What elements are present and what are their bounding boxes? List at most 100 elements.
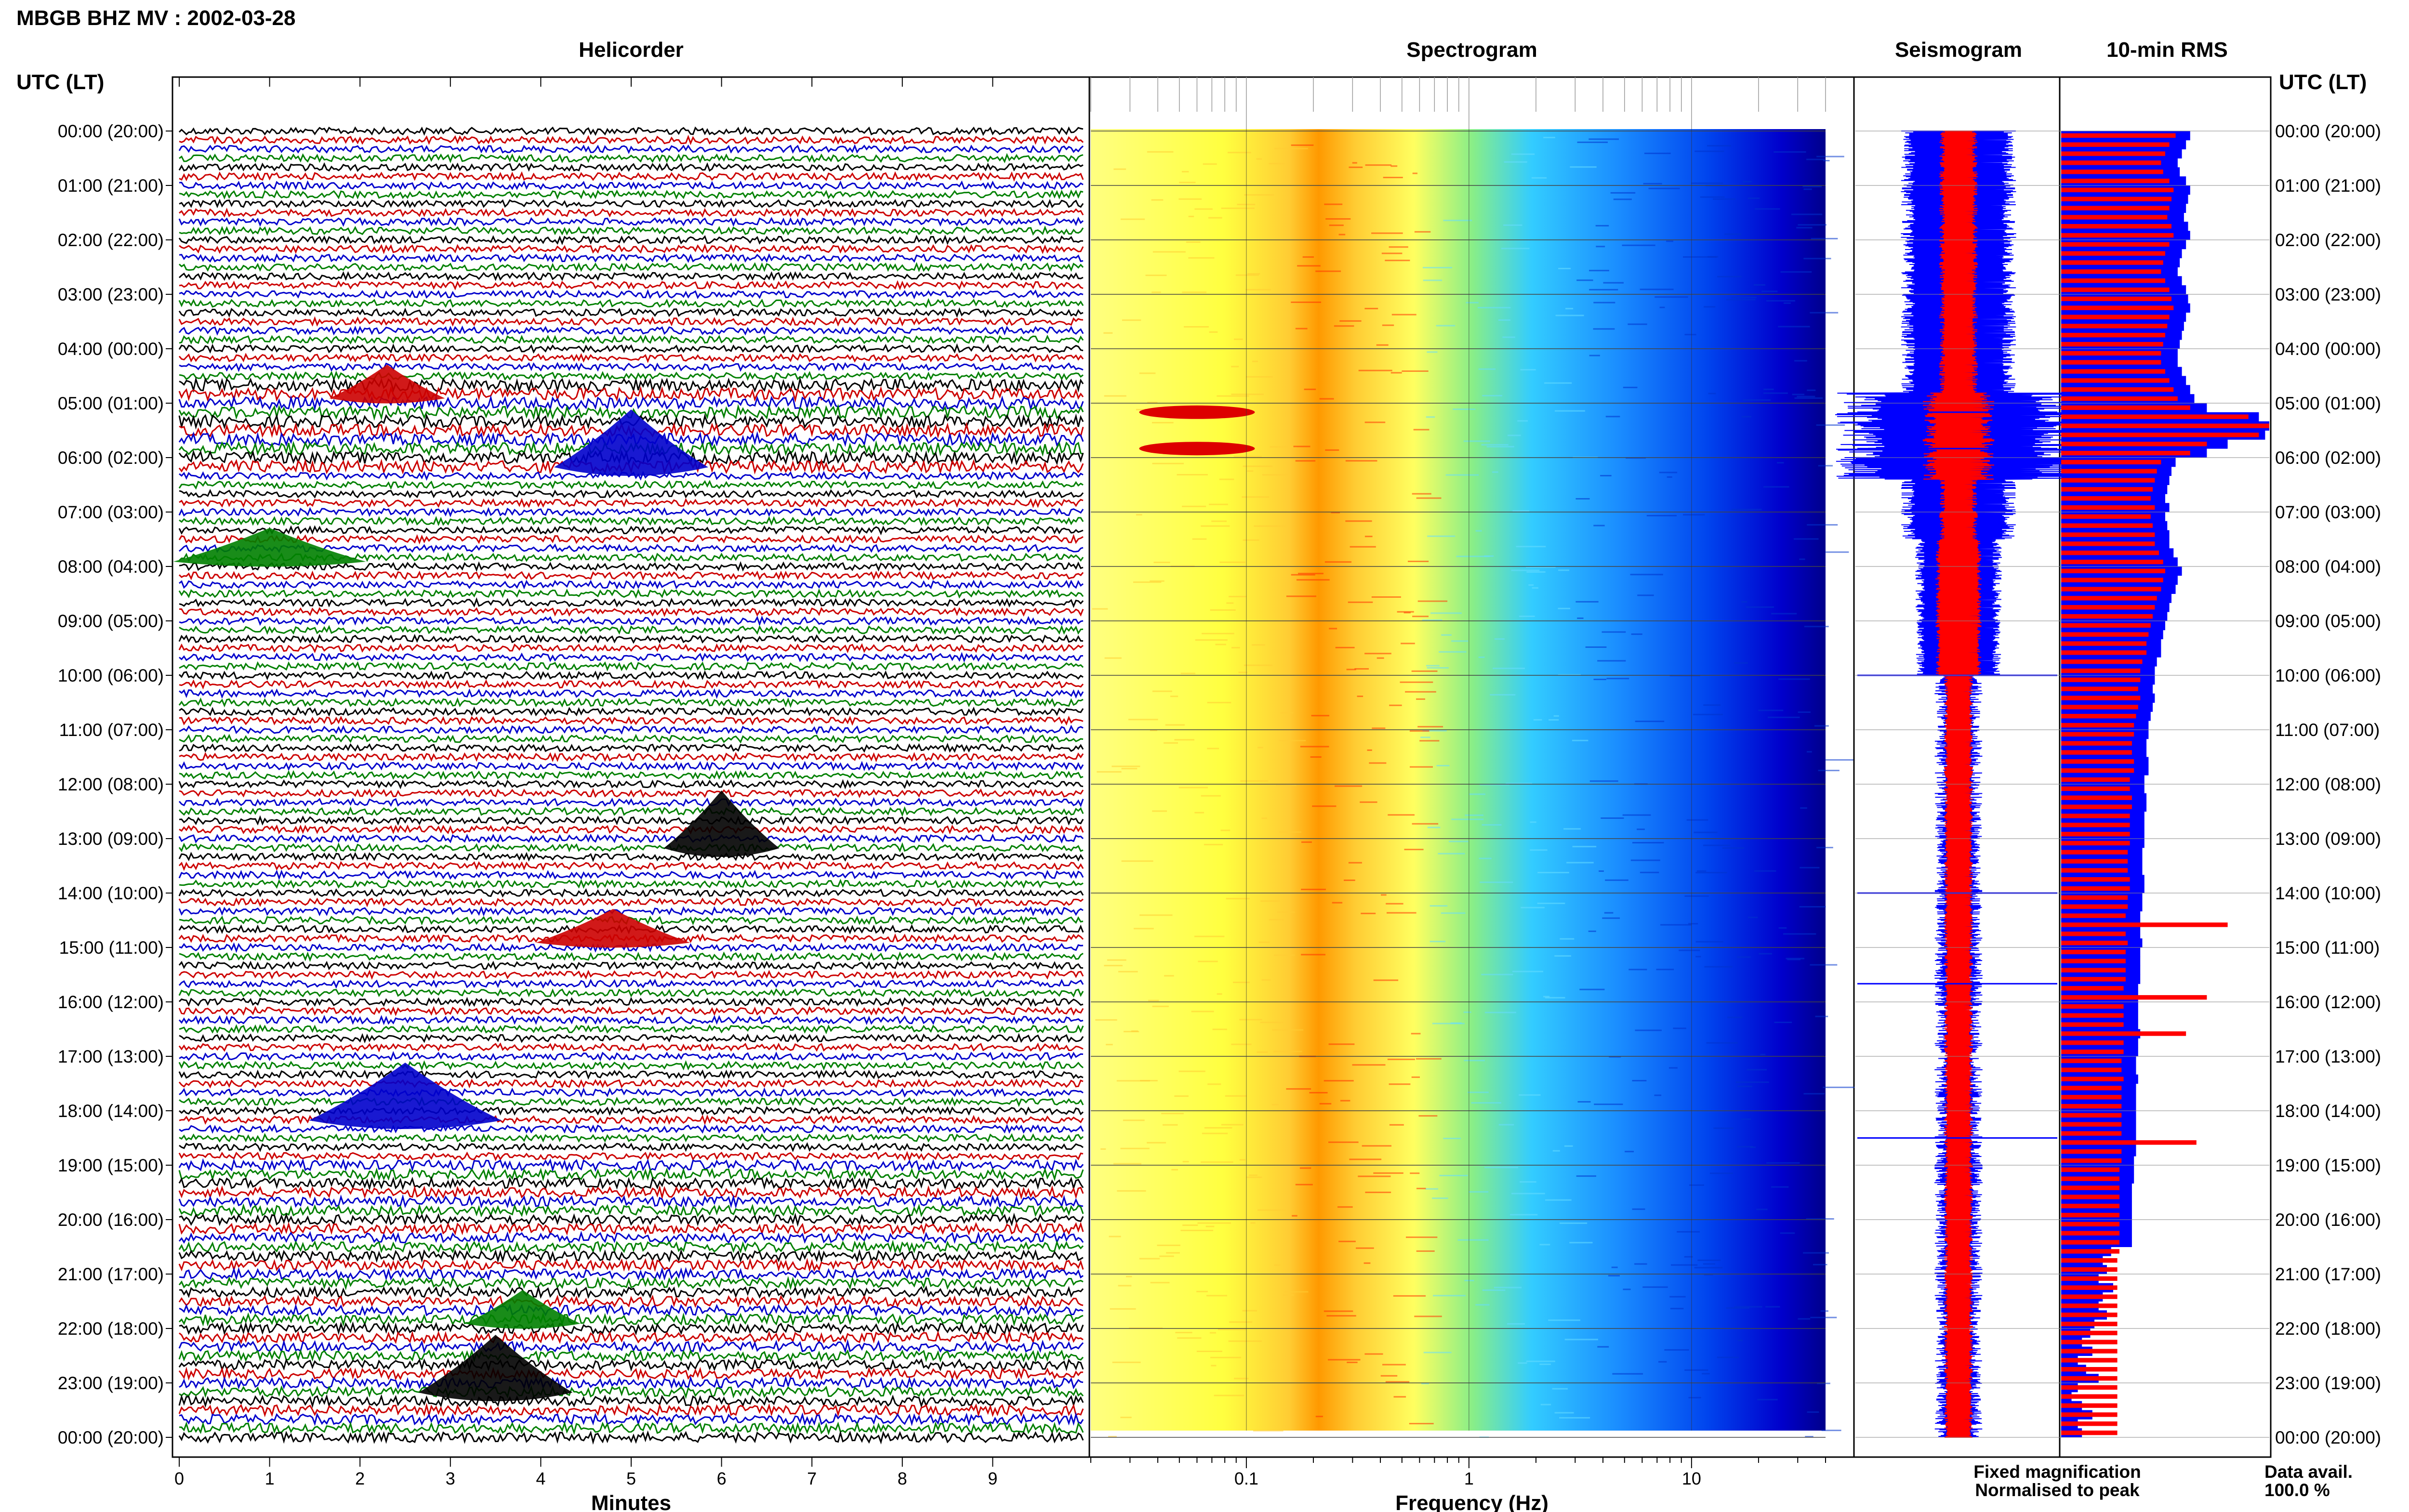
spectrogram-cell (1757, 1399, 1778, 1401)
spectrogram-cell (1798, 224, 1827, 226)
spectrogram-cell (1226, 602, 1234, 604)
spectrogram-cell (1376, 344, 1389, 346)
spectrogram-cell (1430, 905, 1448, 907)
spectrogram-cell (1548, 1319, 1580, 1321)
spectrogram-cell (1345, 520, 1372, 522)
spectrogram-cell (1794, 360, 1807, 362)
spectrogram-cell (1564, 1339, 1598, 1341)
rms-bar-normalised (2061, 378, 2170, 383)
spectrogram-cell (1409, 1423, 1434, 1424)
spectrogram-cell (1120, 1147, 1150, 1149)
helicorder-x-tick-label: 9 (988, 1469, 997, 1488)
rms-bar-normalised (2061, 460, 2161, 465)
time-tick-label-right: 02:00 (22:00) (2275, 230, 2381, 250)
rms-bar-normalised (2061, 986, 2124, 991)
rms-bar-normalised (2061, 913, 2126, 918)
spectrogram-cell (1181, 171, 1189, 172)
spectrogram-cell (1197, 1222, 1231, 1224)
time-tick-label: 10:00 (06:00) (58, 666, 164, 685)
spectrogram-cell (1608, 1275, 1620, 1276)
helicorder-x-tick-label: 1 (265, 1469, 275, 1488)
spectrogram-cell (1436, 325, 1456, 327)
spectrogram-cell (1121, 768, 1138, 770)
spectrogram-cell (1309, 1092, 1328, 1093)
helicorder-x-tick-label: 5 (626, 1469, 636, 1488)
spectrogram-cell (1150, 1282, 1170, 1284)
spectrogram-cell (1774, 1022, 1792, 1023)
rms-bar-normalised (2061, 1421, 2118, 1426)
spectrogram-cell (1095, 1019, 1117, 1021)
spectrogram-cell (1210, 609, 1236, 611)
spectrogram-cell (1120, 218, 1145, 220)
rms-bar-normalised (2061, 496, 2151, 501)
time-tick-label: 08:00 (04:00) (58, 557, 164, 577)
rms-bar-normalised (2061, 1330, 2118, 1336)
rms-bar-normalised (2061, 659, 2143, 664)
spectrogram-cell (1207, 702, 1231, 704)
spectrogram-cell (1416, 1187, 1426, 1189)
spectrogram-cell (1188, 257, 1215, 259)
spectrogram-cell (1449, 841, 1469, 842)
spectrogram-cell (1810, 1316, 1837, 1318)
spectrogram-cell (1122, 319, 1141, 321)
spectrogram-cell (1412, 616, 1429, 618)
spectrogram-cell (1257, 1209, 1286, 1211)
spectrogram-cell (1732, 297, 1757, 299)
spectrogram-cell (1691, 182, 1723, 184)
rms-bar-normalised (2061, 696, 2141, 700)
spectrogram-cell (1577, 618, 1584, 619)
spectrogram-cell (1191, 1011, 1214, 1012)
time-tick-label-right: 08:00 (04:00) (2275, 557, 2381, 577)
spectrogram-cell (1418, 1115, 1438, 1117)
rms-bar-normalised (2061, 677, 2141, 683)
spectrogram-cell (1443, 220, 1472, 222)
spectrogram-cell (1796, 227, 1813, 229)
spectrogram-cell (1469, 793, 1485, 795)
spectrogram-cell (1746, 606, 1774, 608)
spectrogram-cell (1660, 924, 1692, 926)
spectrogram-cell (1731, 509, 1762, 511)
rms-bar-normalised (2061, 823, 2130, 828)
spectrogram-cell (1170, 696, 1178, 697)
spectrogram-cell (1706, 1042, 1738, 1044)
spectrogram-cell (1811, 237, 1838, 239)
spectrogram-cell (1225, 1095, 1247, 1097)
spectrogram-cell (1423, 279, 1443, 281)
spectrogram-cell (1151, 199, 1164, 201)
spectrogram-cell (1297, 579, 1330, 581)
rms-bar-normalised (2061, 1385, 2118, 1390)
rms-bar-normalised (2061, 1276, 2118, 1281)
spectrogram-cell (1163, 1124, 1178, 1126)
rms-bar-normalised (2061, 1303, 2118, 1308)
spectrogram-cell (1807, 389, 1816, 391)
spectrogram-cell (1295, 460, 1316, 462)
spectrogram-cell (1152, 251, 1186, 253)
rms-bar-normalised (2061, 1122, 2122, 1127)
spectrogram-cell (1560, 938, 1575, 940)
helicorder-x-tick-label: 2 (355, 1469, 365, 1488)
spectrogram-cell (1816, 847, 1833, 849)
spectrogram-cell (1558, 268, 1571, 269)
spectrogram-cell (1464, 1060, 1485, 1062)
spectrogram-cell (1511, 569, 1540, 571)
spectrogram-cell (1553, 715, 1559, 717)
spectrogram-cell (1481, 973, 1513, 975)
spectrogram-cell (1803, 258, 1831, 260)
spectrogram-cell (1703, 704, 1721, 706)
time-tick-label-right: 05:00 (01:00) (2275, 394, 2381, 413)
spectrogram-cell (1254, 525, 1286, 527)
spectrogram-cell (1420, 736, 1430, 738)
spectrogram-cell (1482, 394, 1502, 396)
rms-bar-normalised (2061, 1113, 2122, 1118)
spectrogram-cell (1416, 698, 1425, 700)
spectrogram-cell (1818, 770, 1840, 772)
spectrogram-cell (1630, 859, 1660, 861)
spectrogram-cell (1572, 739, 1588, 741)
rms-bar-normalised (2061, 1022, 2124, 1027)
spectrogram-cell (1411, 670, 1438, 672)
rms-bar-normalised (2061, 487, 2153, 492)
helicorder-title: Helicorder (579, 38, 684, 62)
spectrogram-cell (1291, 144, 1314, 146)
rms-bar-normalised (2061, 1058, 2122, 1064)
spectrogram-cell (1328, 1359, 1361, 1361)
